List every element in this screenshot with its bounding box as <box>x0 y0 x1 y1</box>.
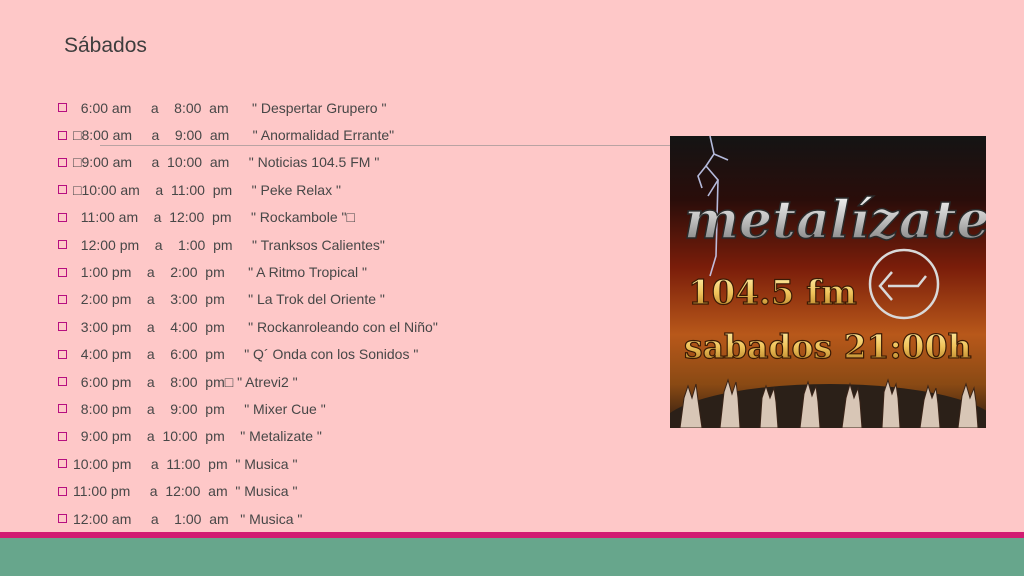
schedule-item: 9:00 pm a 10:00 pm " Metalizate " <box>56 423 438 450</box>
checkbox-bullet-icon <box>58 486 67 496</box>
poster-schedule-text: sabados 21:00h <box>684 327 972 366</box>
checkbox-bullet-icon <box>58 404 67 414</box>
poster-frequency-text: 104.5 fm <box>688 273 857 313</box>
schedule-item: 12:00 am a 1:00 am " Musica " <box>56 505 438 532</box>
footer-bar <box>0 538 1024 576</box>
schedule-item: 3:00 pm a 4:00 pm " Rockanroleando con e… <box>56 313 438 340</box>
schedule-item: □8:00 am a 9:00 am " Anormalidad Errante… <box>56 121 438 148</box>
schedule-item: 4:00 pm a 6:00 pm " Q´ Onda con los Soni… <box>56 341 438 368</box>
checkbox-bullet-icon <box>58 349 67 359</box>
metalizate-poster-image: metalízate 104.5 fm sabados 21:00h <box>670 136 986 428</box>
schedule-list: 6:00 am a 8:00 am " Despertar Grupero " … <box>56 94 438 532</box>
checkbox-bullet-icon <box>58 322 67 332</box>
schedule-item: 1:00 pm a 2:00 pm " A Ritmo Tropical " <box>56 258 438 285</box>
schedule-item: 10:00 pm a 11:00 pm " Musica " <box>56 450 438 477</box>
checkbox-bullet-icon <box>58 240 67 250</box>
schedule-item: 8:00 pm a 9:00 pm " Mixer Cue " <box>56 395 438 422</box>
schedule-item: 6:00 am a 8:00 am " Despertar Grupero " <box>56 94 438 121</box>
checkbox-bullet-icon <box>58 130 67 140</box>
schedule-item: 2:00 pm a 3:00 pm " La Trok del Oriente … <box>56 286 438 313</box>
checkbox-bullet-icon <box>58 267 67 277</box>
checkbox-bullet-icon <box>58 431 67 441</box>
schedule-item: □10:00 am a 11:00 pm " Peke Relax " <box>56 176 438 203</box>
checkbox-bullet-icon <box>58 103 67 113</box>
checkbox-bullet-icon <box>58 157 67 167</box>
checkbox-bullet-icon <box>58 212 67 222</box>
checkbox-bullet-icon <box>58 294 67 304</box>
poster-logo-text: metalízate <box>684 190 986 251</box>
schedule-item: 11:00 pm a 12:00 am " Musica " <box>56 477 438 504</box>
checkbox-bullet-icon <box>58 185 67 195</box>
schedule-item: 11:00 am a 12:00 pm " Rockambole "□ <box>56 204 438 231</box>
checkbox-bullet-icon <box>58 377 67 387</box>
schedule-item: 12:00 pm a 1:00 pm " Tranksos Calientes" <box>56 231 438 258</box>
checkbox-bullet-icon <box>58 459 67 469</box>
schedule-item: 6:00 pm a 8:00 pm□ " Atrevi2 " <box>56 368 438 395</box>
schedule-item: □9:00 am a 10:00 am " Noticias 104.5 FM … <box>56 149 438 176</box>
slide-title: Sábados <box>64 34 147 57</box>
checkbox-bullet-icon <box>58 514 67 524</box>
